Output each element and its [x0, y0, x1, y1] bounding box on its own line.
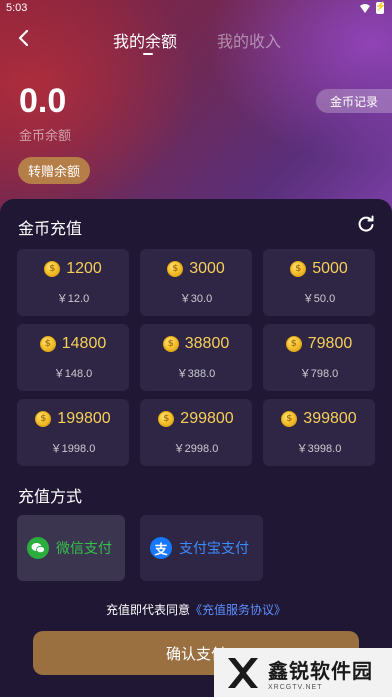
- package-price: ￥388.0: [176, 368, 216, 380]
- coin-icon: [44, 261, 61, 277]
- package-card[interactable]: 38800 ￥388.0: [140, 324, 252, 391]
- package-coins: 3000: [189, 260, 225, 277]
- package-price: ￥1998.0: [50, 443, 96, 455]
- top-nav: 我的余额 我的收入: [0, 22, 392, 58]
- package-card[interactable]: 3000 ￥30.0: [140, 249, 252, 316]
- status-bar: 5:03: [0, 0, 392, 16]
- package-price: ￥50.0: [302, 293, 336, 305]
- package-price: ￥148.0: [53, 368, 93, 380]
- package-price: ￥30.0: [179, 293, 213, 305]
- agreement-line: 充值即代表同意《充值服务协议》: [0, 601, 392, 618]
- coin-icon: [158, 411, 175, 427]
- recharge-title: 金币充值: [18, 221, 83, 238]
- package-coins: 1200: [66, 260, 102, 277]
- package-price: ￥12.0: [56, 293, 90, 305]
- package-card[interactable]: 199800 ￥1998.0: [17, 399, 129, 466]
- package-coins: 199800: [57, 410, 111, 427]
- package-coins: 14800: [61, 335, 107, 352]
- coin-icon: [162, 336, 179, 352]
- coin-icon: [290, 261, 307, 277]
- transfer-balance-button[interactable]: 转赠余额: [18, 157, 90, 184]
- package-card[interactable]: 299800 ￥2998.0: [140, 399, 252, 466]
- alipay-option[interactable]: 支 支付宝支付: [140, 515, 263, 581]
- watermark-logo-icon: [228, 657, 258, 688]
- wechat-pay-option[interactable]: 微信支付: [17, 515, 125, 581]
- wechat-pay-label: 微信支付: [56, 540, 112, 556]
- back-button[interactable]: [10, 24, 38, 52]
- chevron-left-icon: [18, 29, 29, 47]
- package-price: ￥2998.0: [173, 443, 219, 455]
- status-icons: [360, 1, 386, 14]
- coin-icon: [281, 411, 298, 427]
- tab-my-income[interactable]: 我的收入: [217, 28, 281, 52]
- agreement-text: 充值即代表同意: [105, 603, 190, 617]
- package-coins: 38800: [184, 335, 230, 352]
- coin-icon: [39, 336, 56, 352]
- package-card[interactable]: 5000 ￥50.0: [263, 249, 375, 316]
- coin-icon: [35, 411, 52, 427]
- alipay-label: 支付宝支付: [179, 540, 249, 556]
- package-price: ￥3998.0: [296, 443, 342, 455]
- package-card[interactable]: 14800 ￥148.0: [17, 324, 129, 391]
- package-coins: 5000: [312, 260, 348, 277]
- tab-my-balance[interactable]: 我的余额: [113, 28, 177, 52]
- active-tab-indicator: [143, 53, 153, 55]
- watermark-name: 鑫锐软件园: [268, 660, 373, 683]
- watermark-site: XRCGTV.NET: [268, 683, 323, 691]
- payment-method-title: 充值方式: [18, 489, 83, 506]
- wechat-icon: [27, 537, 49, 559]
- alipay-icon: 支: [150, 537, 172, 559]
- site-watermark: 鑫锐软件园 XRCGTV.NET: [214, 648, 392, 697]
- coin-balance-label: 金币余额: [19, 128, 72, 143]
- recharge-panel: 金币充值 1200 ￥12.0 3000 ￥30.0 5000 ￥50.0 14…: [0, 199, 392, 697]
- service-agreement-link[interactable]: 《充值服务协议》: [190, 603, 286, 617]
- coin-record-button[interactable]: 金币记录: [316, 89, 392, 113]
- refresh-icon[interactable]: [356, 214, 376, 234]
- package-coins: 399800: [303, 410, 357, 427]
- status-time: 5:03: [6, 2, 28, 14]
- coin-balance-value: 0.0: [19, 82, 67, 120]
- package-coins: 299800: [180, 410, 234, 427]
- coin-icon: [285, 336, 302, 352]
- package-card[interactable]: 79800 ￥798.0: [263, 324, 375, 391]
- package-card[interactable]: 399800 ￥3998.0: [263, 399, 375, 466]
- package-card[interactable]: 1200 ￥12.0: [17, 249, 129, 316]
- battery-icon: [375, 1, 386, 14]
- coin-icon: [167, 261, 184, 277]
- wifi-icon: [360, 3, 370, 13]
- package-coins: 79800: [307, 335, 353, 352]
- package-price: ￥798.0: [299, 368, 339, 380]
